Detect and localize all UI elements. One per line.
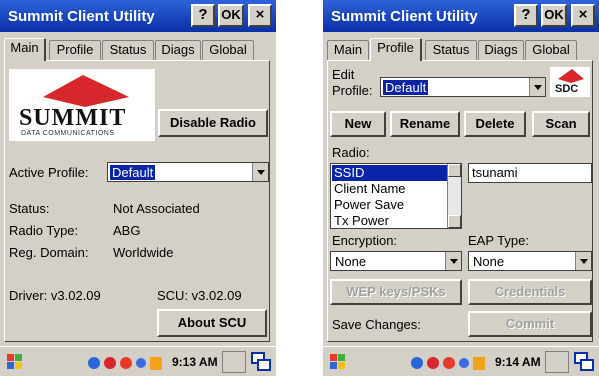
tab-status[interactable]: Status [102,40,154,60]
chevron-down-icon[interactable] [529,78,545,96]
status-label: Status: [9,201,50,216]
list-item[interactable]: Power Save [332,197,450,213]
sdc-logo: SDC [550,67,590,97]
summit-logo-sub: DATA COMMUNICATIONS [21,130,115,137]
window-switch-icon[interactable] [250,351,272,373]
list-item[interactable]: Tx Power [332,213,450,228]
device-main: Summit Client Utility ? OK × Main Profil… [0,0,276,376]
scan-button[interactable]: Scan [532,111,590,137]
status-value: Not Associated [113,201,200,216]
commit-button[interactable]: Commit [468,311,592,337]
client-area: Main Profile Status Diags Global SUMMIT … [0,32,276,346]
taskbar: 9:13 AM [0,346,276,376]
summit-logo: SUMMIT DATA COMMUNICATIONS [9,69,155,141]
encryption-label: Encryption: [332,233,398,248]
title-bar: Summit Client Utility ? OK × [323,0,599,32]
help-button[interactable]: ? [191,4,215,27]
edit-profile-label-line2: Profile: [332,83,373,98]
edit-profile-label-line1: Edit [332,67,355,82]
radio-type-value: ABG [113,223,141,238]
active-profile-label: Active Profile: [9,165,89,180]
encryption-value: None [335,254,367,269]
window-title: Summit Client Utility [8,8,155,25]
save-changes-label: Save Changes: [332,317,421,332]
device-profile: Summit Client Utility ? OK × Main Profil… [323,0,599,376]
reg-domain-label: Reg. Domain: [9,245,89,260]
keyboard-icon[interactable] [545,351,569,373]
list-item[interactable]: SSID [332,165,450,181]
tab-global[interactable]: Global [202,40,254,60]
encryption-select[interactable]: None [330,251,462,271]
scroll-down-icon[interactable] [448,215,461,228]
active-profile-select[interactable]: Default [107,162,269,182]
chevron-down-icon[interactable] [252,163,268,181]
ok-button[interactable]: OK [541,4,567,27]
tab-status[interactable]: Status [425,40,477,60]
scroll-up-icon[interactable] [448,164,461,177]
help-button[interactable]: ? [514,4,538,27]
sdc-logo-text: SDC [555,83,579,95]
close-button[interactable]: × [248,4,272,27]
system-tray-icons[interactable] [409,354,489,372]
summit-logo-brand: SUMMIT [19,105,127,131]
main-panel: SUMMIT DATA COMMUNICATIONS Disable Radio… [4,60,270,342]
reg-domain-value: Worldwide [113,245,174,260]
tab-diags[interactable]: Diags [478,40,524,60]
delete-button[interactable]: Delete [464,111,526,137]
edit-profile-select[interactable]: Default [380,77,546,97]
profile-panel: Edit Profile: Default SDC New Rename Del… [327,60,593,342]
start-icon[interactable] [4,352,26,372]
about-scu-button[interactable]: About SCU [157,309,267,337]
window-title: Summit Client Utility [331,8,478,25]
driver-version: Driver: v3.02.09 [9,288,101,303]
edit-profile-value: Default [383,80,429,95]
tab-profile[interactable]: Profile [49,40,101,60]
title-bar: Summit Client Utility ? OK × [0,0,276,32]
chevron-down-icon[interactable] [445,252,461,270]
rename-button[interactable]: Rename [390,111,460,137]
tab-profile[interactable]: Profile [370,38,422,61]
radio-label: Radio: [332,145,370,160]
tab-diags[interactable]: Diags [155,40,201,60]
taskbar: 9:14 AM [323,346,599,376]
eap-type-select[interactable]: None [468,251,592,271]
close-button[interactable]: × [571,4,595,27]
scu-version: SCU: v3.02.09 [157,288,242,303]
tab-main[interactable]: Main [4,38,46,61]
start-icon[interactable] [327,352,349,372]
tab-global[interactable]: Global [525,40,577,60]
window-switch-icon[interactable] [573,351,595,373]
eap-type-value: None [473,254,505,269]
wep-keys-button[interactable]: WEP keys/PSKs [330,279,462,305]
clock[interactable]: 9:13 AM [172,355,218,369]
clock[interactable]: 9:14 AM [495,355,541,369]
client-area: Main Profile Status Diags Global Edit Pr… [323,32,599,346]
chevron-down-icon[interactable] [575,252,591,270]
tab-main[interactable]: Main [327,40,369,60]
radio-settings-list[interactable]: SSID Client Name Power Save Tx Power [330,163,462,229]
active-profile-value: Default [110,165,156,180]
ssid-input[interactable]: tsunami [468,163,592,183]
list-scrollbar[interactable] [447,164,461,228]
credentials-button[interactable]: Credentials [468,279,592,305]
system-tray-icons[interactable] [86,354,166,372]
list-item[interactable]: Client Name [332,181,450,197]
keyboard-icon[interactable] [222,351,246,373]
new-button[interactable]: New [330,111,386,137]
eap-type-label: EAP Type: [468,233,529,248]
disable-radio-button[interactable]: Disable Radio [158,109,268,137]
ok-button[interactable]: OK [218,4,244,27]
radio-type-label: Radio Type: [9,223,79,238]
